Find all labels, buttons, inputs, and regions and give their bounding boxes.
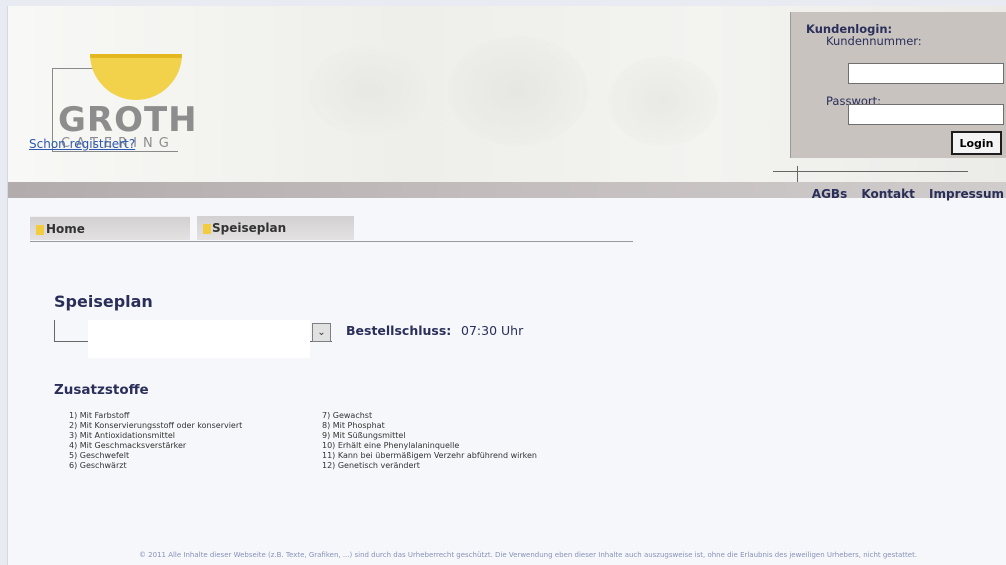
tab-label: Home xyxy=(46,222,85,236)
login-button[interactable]: Login xyxy=(951,131,1002,155)
list-item: 3) Mit Antioxidationsmittel xyxy=(69,431,175,440)
list-item: 8) Mit Phosphat xyxy=(322,421,385,430)
chevron-down-icon[interactable]: ⌄ xyxy=(312,323,331,342)
customer-number-label: Kundennummer: xyxy=(826,34,922,48)
nav-link-impressum[interactable]: Impressum xyxy=(929,187,1004,201)
banner-pot-image xyxy=(608,56,718,146)
list-item: 2) Mit Konservierungsstoff oder konservi… xyxy=(69,421,243,430)
nav-link-kontakt[interactable]: Kontakt xyxy=(861,187,914,201)
bestellschluss-label: Bestellschluss: xyxy=(346,323,452,338)
additives-list-right: 7) Gewachst 8) Mit Phosphat 9) Mit Süßun… xyxy=(322,411,537,471)
tab-label: Speiseplan xyxy=(212,221,287,235)
password-input-field[interactable] xyxy=(848,104,1004,125)
select-value[interactable] xyxy=(88,320,310,358)
list-item: 1) Mit Farbstoff xyxy=(69,411,130,420)
tab-home[interactable]: Home xyxy=(30,216,190,240)
list-item: 9) Mit Süßungsmittel xyxy=(322,431,406,440)
list-item: 7) Gewachst xyxy=(322,411,373,420)
list-item: 10) Erhält eine Phenylalaninquelle xyxy=(322,441,460,450)
customer-number-input-field[interactable] xyxy=(848,63,1004,84)
page: GROTH CATERING Kundenlogin: Kundennummer… xyxy=(7,6,1006,565)
copyright-footer: © 2011 Alle Inhalte dieser Webseite (z.B… xyxy=(138,551,918,559)
list-item: 11) Kann bei übermäßigem Verzehr abführe… xyxy=(322,451,537,460)
additives-list-left: 1) Mit Farbstoff 2) Mit Konservierungsst… xyxy=(69,411,242,471)
square-bullet-icon xyxy=(36,225,44,235)
divider-line xyxy=(773,171,968,172)
logo-wordmark: GROTH xyxy=(58,100,198,140)
page-title: Speiseplan xyxy=(54,292,153,311)
register-link[interactable]: Schon registriert? xyxy=(29,137,135,151)
bestellschluss-value: 07:30 Uhr xyxy=(461,323,524,338)
list-item: 12) Genetisch verändert xyxy=(322,461,420,470)
top-navigation: AGBs Kontakt Impressum xyxy=(802,187,1004,201)
list-item: 5) Geschwefelt xyxy=(69,451,130,460)
banner-pot-image xyxy=(308,46,428,136)
list-item: 6) Geschwärzt xyxy=(69,461,127,470)
square-bullet-icon xyxy=(203,224,211,234)
week-select[interactable]: ⌄ xyxy=(54,320,332,358)
additives-title: Zusatzstoffe xyxy=(54,382,149,398)
list-item: 4) Mit Geschmacksverstärker xyxy=(69,441,187,450)
nav-link-agbs[interactable]: AGBs xyxy=(812,187,847,201)
banner-pot-image xyxy=(448,36,588,146)
tab-speiseplan[interactable]: Speiseplan xyxy=(197,216,354,240)
tab-underline xyxy=(30,241,633,242)
